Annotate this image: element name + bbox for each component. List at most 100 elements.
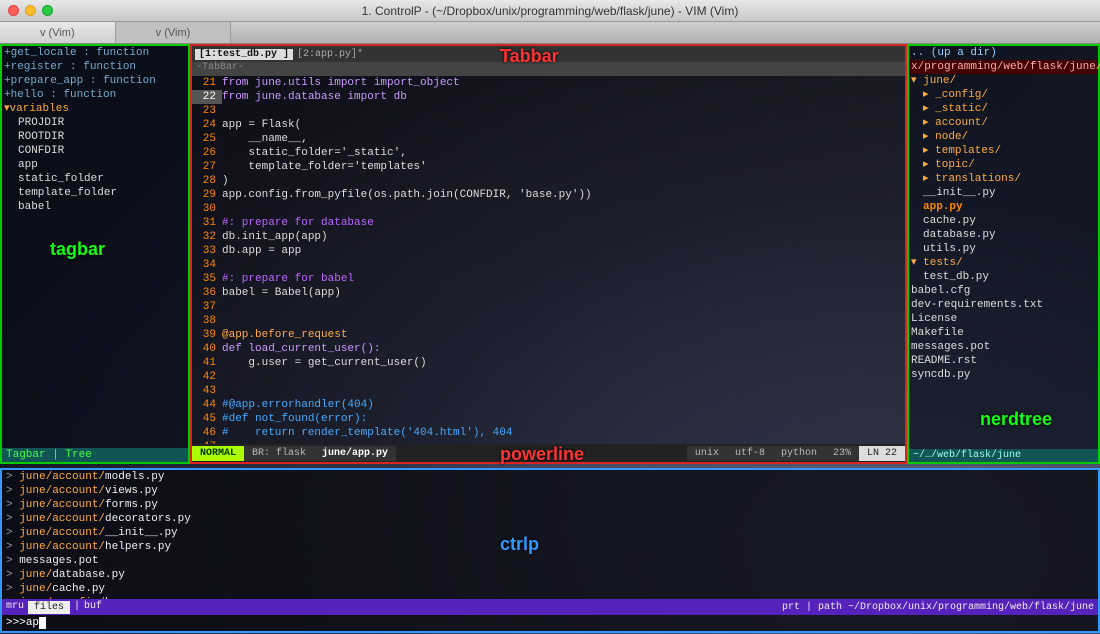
tagbar-variable[interactable]: PROJDIR [4, 116, 186, 130]
code-line[interactable]: 46# return render_template('404.html'), … [192, 426, 905, 440]
tagbar-function[interactable]: +get_locale : function [4, 46, 186, 60]
nerdtree-dir[interactable]: ▾ june/ [909, 74, 1098, 88]
line-number: 22 [192, 90, 222, 104]
ctrlp-result[interactable]: > june/cache.py [2, 582, 1098, 596]
editor-tab[interactable]: [1:test_db.py ] [195, 49, 293, 60]
powerline-percent: 23% [825, 446, 859, 461]
code-line[interactable]: 24app = Flask( [192, 118, 905, 132]
nerdtree-file[interactable]: Makefile [909, 326, 1098, 340]
line-number: 39 [192, 328, 222, 342]
code-line[interactable]: 35#: prepare for babel [192, 272, 905, 286]
code-line[interactable]: 22from june.database import db [192, 90, 905, 104]
code-line[interactable]: 21from june.utils import import_object [192, 76, 905, 90]
nerdtree-file[interactable]: utils.py [909, 242, 1098, 256]
code-line[interactable]: 38 [192, 314, 905, 328]
code-line[interactable]: 34 [192, 258, 905, 272]
code-line[interactable]: 39@app.before_request [192, 328, 905, 342]
code-line[interactable]: 23 [192, 104, 905, 118]
code-text: from june.utils import import_object [222, 76, 905, 90]
code-line[interactable]: 28) [192, 174, 905, 188]
powerline-filetype: python [773, 446, 825, 461]
code-line[interactable]: 42 [192, 370, 905, 384]
ctrlp-pane[interactable]: > june/account/models.py> june/account/v… [0, 468, 1100, 633]
nerdtree-file[interactable]: messages.pot [909, 340, 1098, 354]
editor-pane[interactable]: [1:test_db.py ] [2:app.py]* -TabBar- 21f… [190, 44, 907, 464]
ctrlp-mode-buf[interactable]: buf [84, 601, 102, 614]
mac-tab[interactable]: v (Vim) [116, 22, 232, 43]
ctrlp-result[interactable]: > june/account/models.py [2, 470, 1098, 484]
ctrlp-result[interactable]: > june/account/decorators.py [2, 512, 1098, 526]
line-number: 45 [192, 412, 222, 426]
nerdtree-dir[interactable]: ▸ translations/ [909, 172, 1098, 186]
code-text [222, 384, 905, 398]
code-text: #: prepare for babel [222, 272, 905, 286]
code-text [222, 202, 905, 216]
nerdtree-dir[interactable]: ▸ account/ [909, 116, 1098, 130]
nerdtree-file[interactable]: syncdb.py [909, 368, 1098, 382]
tagbar-variable[interactable]: app [4, 158, 186, 172]
tagbar-function[interactable]: +prepare_app : function [4, 74, 186, 88]
ctrlp-mode-files[interactable]: files [28, 601, 70, 614]
ctrlp-result[interactable]: > june/account/forms.py [2, 498, 1098, 512]
code-line[interactable]: 44#@app.errorhandler(404) [192, 398, 905, 412]
nerdtree-dir[interactable]: ▾ tests/ [909, 256, 1098, 270]
line-number: 34 [192, 258, 222, 272]
nerdtree-file[interactable]: app.py [909, 200, 1098, 214]
tagbar-variable[interactable]: template_folder [4, 186, 186, 200]
editor-tab[interactable]: [2:app.py]* [293, 49, 367, 60]
nerdtree-file[interactable]: README.rst [909, 354, 1098, 368]
code-text: db.app = app [222, 244, 905, 258]
nerdtree-file[interactable]: License [909, 312, 1098, 326]
ctrlp-result[interactable]: > june/account/__init__.py [2, 526, 1098, 540]
ctrlp-prompt[interactable]: >>> ap_ [2, 615, 1098, 631]
code-line[interactable]: 33db.app = app [192, 244, 905, 258]
code-line[interactable]: 43 [192, 384, 905, 398]
code-line[interactable]: 41 g.user = get_current_user() [192, 356, 905, 370]
code-line[interactable]: 27 template_folder='templates' [192, 160, 905, 174]
nerdtree-file[interactable]: cache.py [909, 214, 1098, 228]
powerline-branch: BR: flask [244, 446, 314, 461]
ctrlp-mode-mru[interactable]: mru [6, 601, 24, 614]
code-line[interactable]: 30 [192, 202, 905, 216]
tagbar-pane[interactable]: +get_locale : function+register : functi… [0, 44, 190, 464]
code-text: #def not_found(error): [222, 412, 905, 426]
code-line[interactable]: 26 static_folder='_static', [192, 146, 905, 160]
code-text [222, 104, 905, 118]
nerdtree-file[interactable]: test_db.py [909, 270, 1098, 284]
ctrlp-result[interactable]: > messages.pot [2, 554, 1098, 568]
code-line[interactable]: 40def load_current_user(): [192, 342, 905, 356]
code-line[interactable]: 45#def not_found(error): [192, 412, 905, 426]
code-line[interactable]: 36babel = Babel(app) [192, 286, 905, 300]
tagbar-section[interactable]: ▾variables [4, 102, 186, 116]
nerdtree-dir[interactable]: ▸ topic/ [909, 158, 1098, 172]
code-line[interactable]: 37 [192, 300, 905, 314]
tagbar-function[interactable]: +register : function [4, 60, 186, 74]
tagbar-function[interactable]: +hello : function [4, 88, 186, 102]
nerdtree-dir[interactable]: ▸ _config/ [909, 88, 1098, 102]
powerline-file: june/app.py [314, 446, 396, 461]
nerdtree-file[interactable]: database.py [909, 228, 1098, 242]
code-text [222, 370, 905, 384]
code-line[interactable]: 29app.config.from_pyfile(os.path.join(CO… [192, 188, 905, 202]
nerdtree-file[interactable]: babel.cfg [909, 284, 1098, 298]
nerdtree-dir[interactable]: ▸ _static/ [909, 102, 1098, 116]
nerdtree-up[interactable]: .. (up a dir) [909, 46, 1098, 60]
ctrlp-result[interactable]: > june/account/helpers.py [2, 540, 1098, 554]
nerdtree-dir[interactable]: ▸ node/ [909, 130, 1098, 144]
code-line[interactable]: 25 __name__, [192, 132, 905, 146]
mac-tab[interactable]: v (Vim) [0, 22, 116, 43]
tagbar-variable[interactable]: ROOTDIR [4, 130, 186, 144]
code-area[interactable]: 21from june.utils import import_object22… [192, 76, 905, 444]
ctrlp-result[interactable]: > june/database.py [2, 568, 1098, 582]
code-line[interactable]: 32db.init_app(app) [192, 230, 905, 244]
tagbar-variable[interactable]: CONFDIR [4, 144, 186, 158]
ctrlp-result[interactable]: > june/account/views.py [2, 484, 1098, 498]
nerdtree-file[interactable]: dev-requirements.txt [909, 298, 1098, 312]
tagbar-variable[interactable]: babel [4, 200, 186, 214]
tagbar-variable[interactable]: static_folder [4, 172, 186, 186]
nerdtree-file[interactable]: __init__.py [909, 186, 1098, 200]
nerdtree-status: ~/…/web/flask/june [909, 449, 1098, 462]
nerdtree-pane[interactable]: .. (up a dir) x/programming/web/flask/ju… [907, 44, 1100, 464]
nerdtree-dir[interactable]: ▸ templates/ [909, 144, 1098, 158]
code-line[interactable]: 31#: prepare for database [192, 216, 905, 230]
